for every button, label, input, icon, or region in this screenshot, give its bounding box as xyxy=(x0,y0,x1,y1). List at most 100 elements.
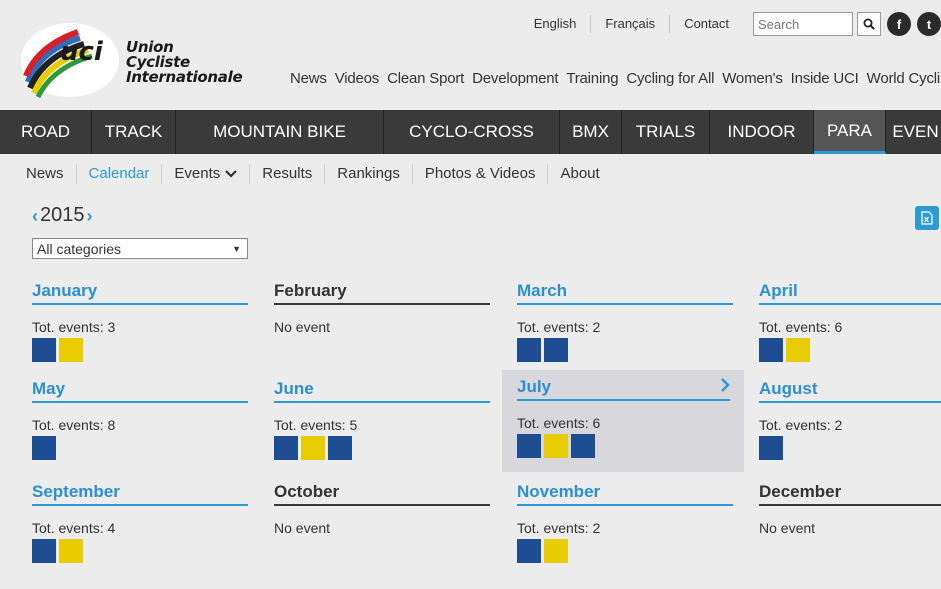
search-input[interactable] xyxy=(753,12,853,36)
month-title[interactable]: April xyxy=(759,281,941,305)
month-title[interactable]: March xyxy=(517,281,733,305)
sub-nav-item[interactable]: News xyxy=(14,164,77,184)
main-nav-item[interactable]: Women's xyxy=(722,70,783,87)
event-category-swatches xyxy=(759,436,941,460)
sub-nav-label: Events xyxy=(174,165,221,182)
main-nav-item[interactable]: Clean Sport xyxy=(387,70,464,87)
uci-logo[interactable]: uci Union Cycliste Internationale xyxy=(20,20,243,100)
event-category-swatch[interactable] xyxy=(571,434,595,458)
discipline-tab[interactable]: ROAD xyxy=(0,110,92,154)
month-name: May xyxy=(32,379,66,398)
month-cell: February No event xyxy=(262,274,504,376)
discipline-tab[interactable]: PARA xyxy=(814,110,886,154)
logo-line-3: Internationale xyxy=(126,68,243,86)
event-category-swatches xyxy=(517,338,747,362)
event-category-swatch[interactable] xyxy=(759,338,783,362)
main-nav-item[interactable]: Cycling for All xyxy=(626,70,714,87)
month-cell: January Tot. events: 3 xyxy=(20,274,262,376)
month-title: December xyxy=(759,482,941,506)
sub-nav-label: Rankings xyxy=(337,165,400,182)
event-category-swatch[interactable] xyxy=(328,436,352,460)
main-nav-item[interactable]: Training xyxy=(566,70,618,87)
discipline-tab[interactable]: INDOOR xyxy=(710,110,814,154)
top-links: English Français Contact f t xyxy=(520,10,941,38)
sub-nav-label: Photos & Videos xyxy=(424,165,536,182)
month-title[interactable]: November xyxy=(517,482,733,506)
month-event-count: Tot. events: 2 xyxy=(517,319,601,335)
month-name: July xyxy=(517,377,552,396)
sub-nav-label: News xyxy=(26,165,64,182)
event-category-swatch[interactable] xyxy=(517,338,541,362)
event-category-swatch[interactable] xyxy=(59,338,83,362)
month-name: March xyxy=(517,281,568,300)
sub-nav-item[interactable]: Rankings xyxy=(325,164,413,184)
discipline-tab[interactable]: BMX xyxy=(560,110,622,154)
month-name: August xyxy=(759,379,818,398)
event-category-swatch[interactable] xyxy=(544,338,568,362)
event-category-swatch[interactable] xyxy=(32,338,56,362)
chevron-right-icon[interactable] xyxy=(720,377,730,397)
event-category-swatch[interactable] xyxy=(786,338,810,362)
event-category-swatch[interactable] xyxy=(544,434,568,458)
language-english-link[interactable]: English xyxy=(520,15,592,33)
discipline-tab[interactable]: TRIALS xyxy=(622,110,710,154)
next-year-icon[interactable]: › xyxy=(87,206,93,226)
event-category-swatch[interactable] xyxy=(59,539,83,563)
event-category-swatch[interactable] xyxy=(517,539,541,563)
main-nav-item[interactable]: News xyxy=(290,70,327,87)
contact-link[interactable]: Contact xyxy=(670,15,743,33)
discipline-tab[interactable]: MOUNTAIN BIKE xyxy=(176,110,384,154)
main-nav-item[interactable]: Development xyxy=(472,70,558,87)
event-category-swatches xyxy=(274,436,504,460)
event-category-swatch[interactable] xyxy=(301,436,325,460)
month-event-count: Tot. events: 2 xyxy=(759,417,843,433)
main-nav: News Videos Clean Sport Development Training… xyxy=(290,70,941,87)
discipline-tab[interactable]: TRACK xyxy=(92,110,176,154)
year-selector: ‹ 2015 › xyxy=(32,204,93,227)
svg-text:uci: uci xyxy=(60,37,104,67)
event-category-swatch[interactable] xyxy=(32,539,56,563)
month-name: April xyxy=(759,281,798,300)
event-category-swatch[interactable] xyxy=(544,539,568,563)
discipline-tab[interactable]: EVEN xyxy=(886,110,941,154)
month-cell: June Tot. events: 5 xyxy=(262,372,504,474)
month-cell: September Tot. events: 4 xyxy=(20,475,262,577)
event-category-swatches xyxy=(32,436,262,460)
facebook-icon[interactable]: f xyxy=(887,12,911,36)
event-category-swatch[interactable] xyxy=(517,434,541,458)
sub-nav-item[interactable]: Events xyxy=(162,164,251,184)
month-title[interactable]: July xyxy=(517,377,730,401)
event-category-swatches xyxy=(759,338,941,362)
month-title[interactable]: May xyxy=(32,379,248,403)
export-excel-button[interactable] xyxy=(915,206,939,230)
previous-year-icon[interactable]: ‹ xyxy=(32,206,38,226)
sub-nav-item[interactable]: About xyxy=(548,164,611,184)
year-label: 2015 xyxy=(40,204,85,226)
month-title[interactable]: January xyxy=(32,281,248,305)
sub-nav-item[interactable]: Calendar xyxy=(77,164,163,184)
event-category-swatch[interactable] xyxy=(759,436,783,460)
main-nav-item[interactable]: Inside UCI xyxy=(791,70,859,87)
month-title[interactable]: August xyxy=(759,379,941,403)
month-event-count: Tot. events: 2 xyxy=(517,520,601,536)
main-nav-item[interactable]: World Cycling xyxy=(867,70,941,87)
excel-file-icon xyxy=(921,211,933,225)
month-event-count: Tot. events: 6 xyxy=(759,319,843,335)
discipline-tab[interactable]: CYCLO-CROSS xyxy=(384,110,560,154)
month-title[interactable]: September xyxy=(32,482,248,506)
month-event-count: No event xyxy=(274,520,331,536)
month-name: September xyxy=(32,482,120,501)
twitter-icon[interactable]: t xyxy=(917,12,941,36)
category-select[interactable]: All categories ▼ xyxy=(32,238,248,259)
sub-nav-item[interactable]: Results xyxy=(250,164,326,184)
language-french-link[interactable]: Français xyxy=(591,15,671,33)
month-title[interactable]: June xyxy=(274,379,490,403)
event-category-swatch[interactable] xyxy=(32,436,56,460)
month-title: February xyxy=(274,281,490,305)
main-nav-item[interactable]: Videos xyxy=(335,70,380,87)
sub-nav-item[interactable]: Photos & Videos xyxy=(413,164,549,184)
search-button[interactable] xyxy=(857,12,881,36)
event-category-swatches xyxy=(32,539,262,563)
month-cell: August Tot. events: 2 xyxy=(747,372,941,474)
event-category-swatch[interactable] xyxy=(274,436,298,460)
